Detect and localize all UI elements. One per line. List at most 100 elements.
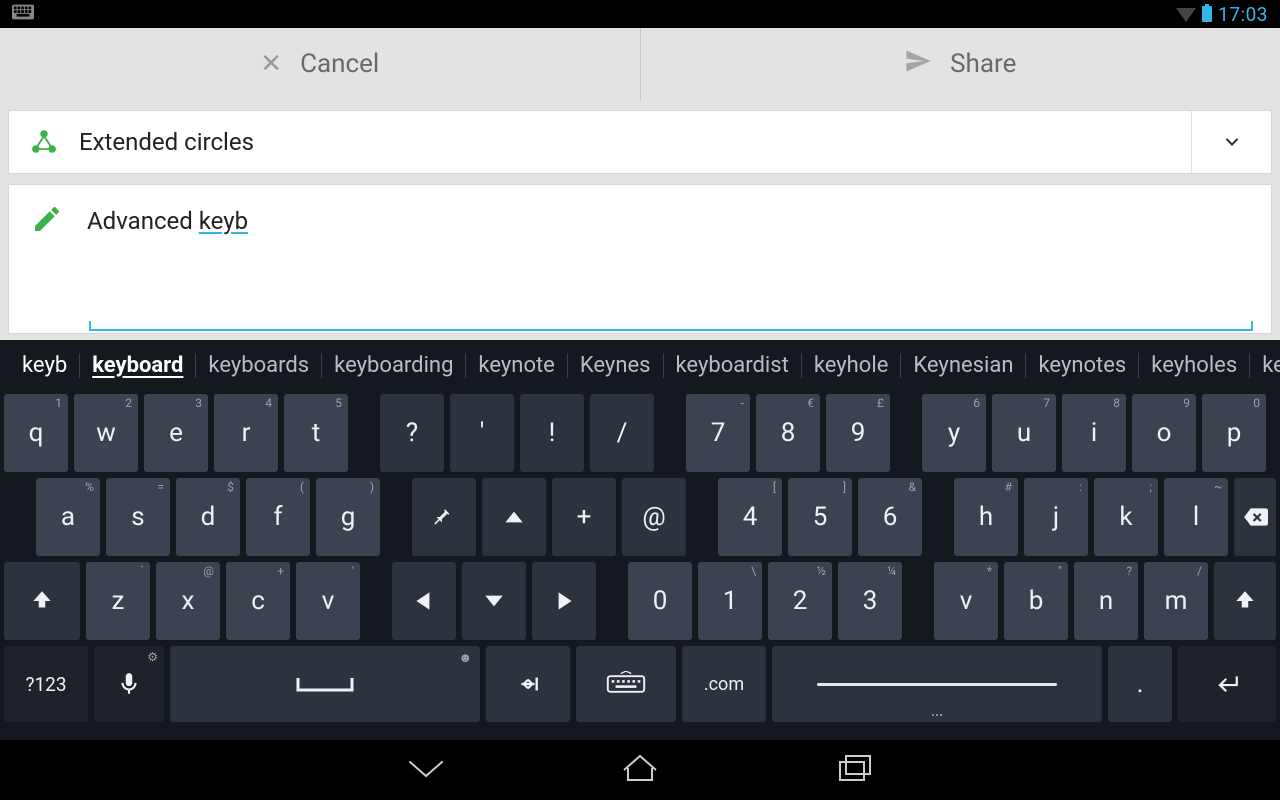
key-apostrophe[interactable]: ' — [450, 394, 514, 472]
key-d[interactable]: d$ — [176, 478, 240, 556]
key-arrow-left[interactable] — [392, 562, 456, 640]
spacebar-indicator — [817, 683, 1057, 686]
key-space-left[interactable]: ☻ — [170, 646, 480, 722]
audience-selector[interactable]: Extended circles — [8, 110, 1272, 174]
key-y[interactable]: y6 — [922, 394, 986, 472]
share-label: Share — [950, 49, 1016, 79]
key-v[interactable]: v' — [296, 562, 360, 640]
key-i[interactable]: i8 — [1062, 394, 1126, 472]
keyboard: keyb keyboard keyboards keyboarding keyn… — [0, 340, 1280, 740]
key-rows: q1 w2 e3 r4 t5 ? ' ! / 7- 8€ 9£ y6 u7 i8… — [0, 390, 1280, 740]
nav-back-icon[interactable] — [404, 750, 448, 790]
key-v2[interactable]: v* — [934, 562, 998, 640]
key-slash[interactable]: / — [590, 394, 654, 472]
suggestion[interactable]: keyholes — [1138, 353, 1249, 378]
key-row-4: ?123 ⚙ ☻ .com . — [4, 646, 1276, 722]
suggestion[interactable]: keynote — [465, 353, 566, 378]
nav-recents-icon[interactable] — [832, 750, 876, 790]
key-backspace[interactable] — [1234, 478, 1276, 556]
key-z[interactable]: z` — [86, 562, 150, 640]
wifi-icon — [1176, 8, 1196, 22]
key-space-right[interactable] — [772, 646, 1102, 722]
key-4[interactable]: 4[ — [718, 478, 782, 556]
key-shift-left[interactable] — [4, 562, 80, 640]
key-symbols[interactable]: ?123 — [4, 646, 88, 722]
key-row-3: z` x@ c+ v' 0 1\ 2½ 3¼ v* b" n? m/ — [4, 562, 1276, 640]
key-plus[interactable]: + — [552, 478, 616, 556]
key-enter[interactable] — [1178, 646, 1276, 722]
key-question[interactable]: ? — [380, 394, 444, 472]
key-3[interactable]: 3¼ — [838, 562, 902, 640]
status-bar: 17:03 — [0, 0, 1280, 28]
key-5[interactable]: 5] — [788, 478, 852, 556]
key-2[interactable]: 2½ — [768, 562, 832, 640]
audience-label: Extended circles — [79, 128, 1191, 156]
suggestion-bar: keyb keyboard keyboards keyboarding keyn… — [0, 340, 1280, 390]
key-l[interactable]: l~ — [1164, 478, 1228, 556]
battery-icon — [1202, 6, 1212, 22]
chevron-down-icon[interactable] — [1191, 111, 1271, 173]
key-x[interactable]: x@ — [156, 562, 220, 640]
key-at[interactable]: @ — [622, 478, 686, 556]
key-b[interactable]: b" — [1004, 562, 1068, 640]
key-arrow-right[interactable] — [532, 562, 596, 640]
key-c[interactable]: c+ — [226, 562, 290, 640]
text-field-underline — [89, 321, 1253, 331]
compose-input[interactable]: Advanced keyb — [87, 203, 248, 235]
suggestion[interactable]: keyboardist — [663, 353, 801, 378]
key-r[interactable]: r4 — [214, 394, 278, 472]
key-0[interactable]: 0 — [628, 562, 692, 640]
suggestion[interactable]: keyb — [10, 353, 79, 378]
key-dotcom[interactable]: .com — [682, 646, 766, 722]
key-a[interactable]: a% — [36, 478, 100, 556]
suggestion[interactable]: keyboards — [195, 353, 321, 378]
key-h[interactable]: h# — [954, 478, 1018, 556]
key-f[interactable]: f( — [246, 478, 310, 556]
suggestion[interactable]: ke — [1249, 353, 1280, 378]
key-row-1: q1 w2 e3 r4 t5 ? ' ! / 7- 8€ 9£ y6 u7 i8… — [4, 394, 1276, 472]
send-icon — [904, 47, 932, 82]
suggestion[interactable]: keyboarding — [321, 353, 465, 378]
key-pin[interactable] — [412, 478, 476, 556]
key-m[interactable]: m/ — [1144, 562, 1208, 640]
suggestion[interactable]: keynotes — [1025, 353, 1138, 378]
key-8[interactable]: 8€ — [756, 394, 820, 472]
share-button[interactable]: Share — [641, 28, 1280, 100]
key-shift-right[interactable] — [1214, 562, 1276, 640]
suggestion[interactable]: keyboard — [79, 353, 195, 378]
key-n[interactable]: n? — [1074, 562, 1138, 640]
cancel-label: Cancel — [300, 49, 379, 79]
key-arrow-down[interactable] — [462, 562, 526, 640]
key-exclaim[interactable]: ! — [520, 394, 584, 472]
key-p[interactable]: p0 — [1202, 394, 1266, 472]
key-q[interactable]: q1 — [4, 394, 68, 472]
content-area: Extended circles Advanced keyb — [0, 100, 1280, 340]
keyboard-indicator-icon — [12, 3, 34, 26]
key-j[interactable]: j: — [1024, 478, 1088, 556]
suggestion[interactable]: keyhole — [801, 353, 901, 378]
key-o[interactable]: o9 — [1132, 394, 1196, 472]
cancel-button[interactable]: ✕ Cancel — [0, 28, 641, 100]
key-9[interactable]: 9£ — [826, 394, 890, 472]
key-arrow-up[interactable] — [482, 478, 546, 556]
key-g[interactable]: g) — [316, 478, 380, 556]
close-icon: ✕ — [260, 49, 282, 79]
key-mic[interactable]: ⚙ — [94, 646, 164, 722]
key-hide-keyboard[interactable] — [576, 646, 676, 722]
suggestion[interactable]: Keynes — [567, 353, 663, 378]
key-e[interactable]: e3 — [144, 394, 208, 472]
key-u[interactable]: u7 — [992, 394, 1056, 472]
key-6[interactable]: 6& — [858, 478, 922, 556]
key-tab[interactable] — [486, 646, 570, 722]
nav-home-icon[interactable] — [618, 750, 662, 790]
key-period[interactable]: . — [1108, 646, 1172, 722]
key-1[interactable]: 1\ — [698, 562, 762, 640]
key-s[interactable]: s= — [106, 478, 170, 556]
circles-icon — [9, 128, 79, 156]
key-w[interactable]: w2 — [74, 394, 138, 472]
key-k[interactable]: k; — [1094, 478, 1158, 556]
suggestion[interactable]: Keynesian — [900, 353, 1025, 378]
key-7[interactable]: 7- — [686, 394, 750, 472]
key-t[interactable]: t5 — [284, 394, 348, 472]
pencil-icon — [31, 203, 63, 239]
